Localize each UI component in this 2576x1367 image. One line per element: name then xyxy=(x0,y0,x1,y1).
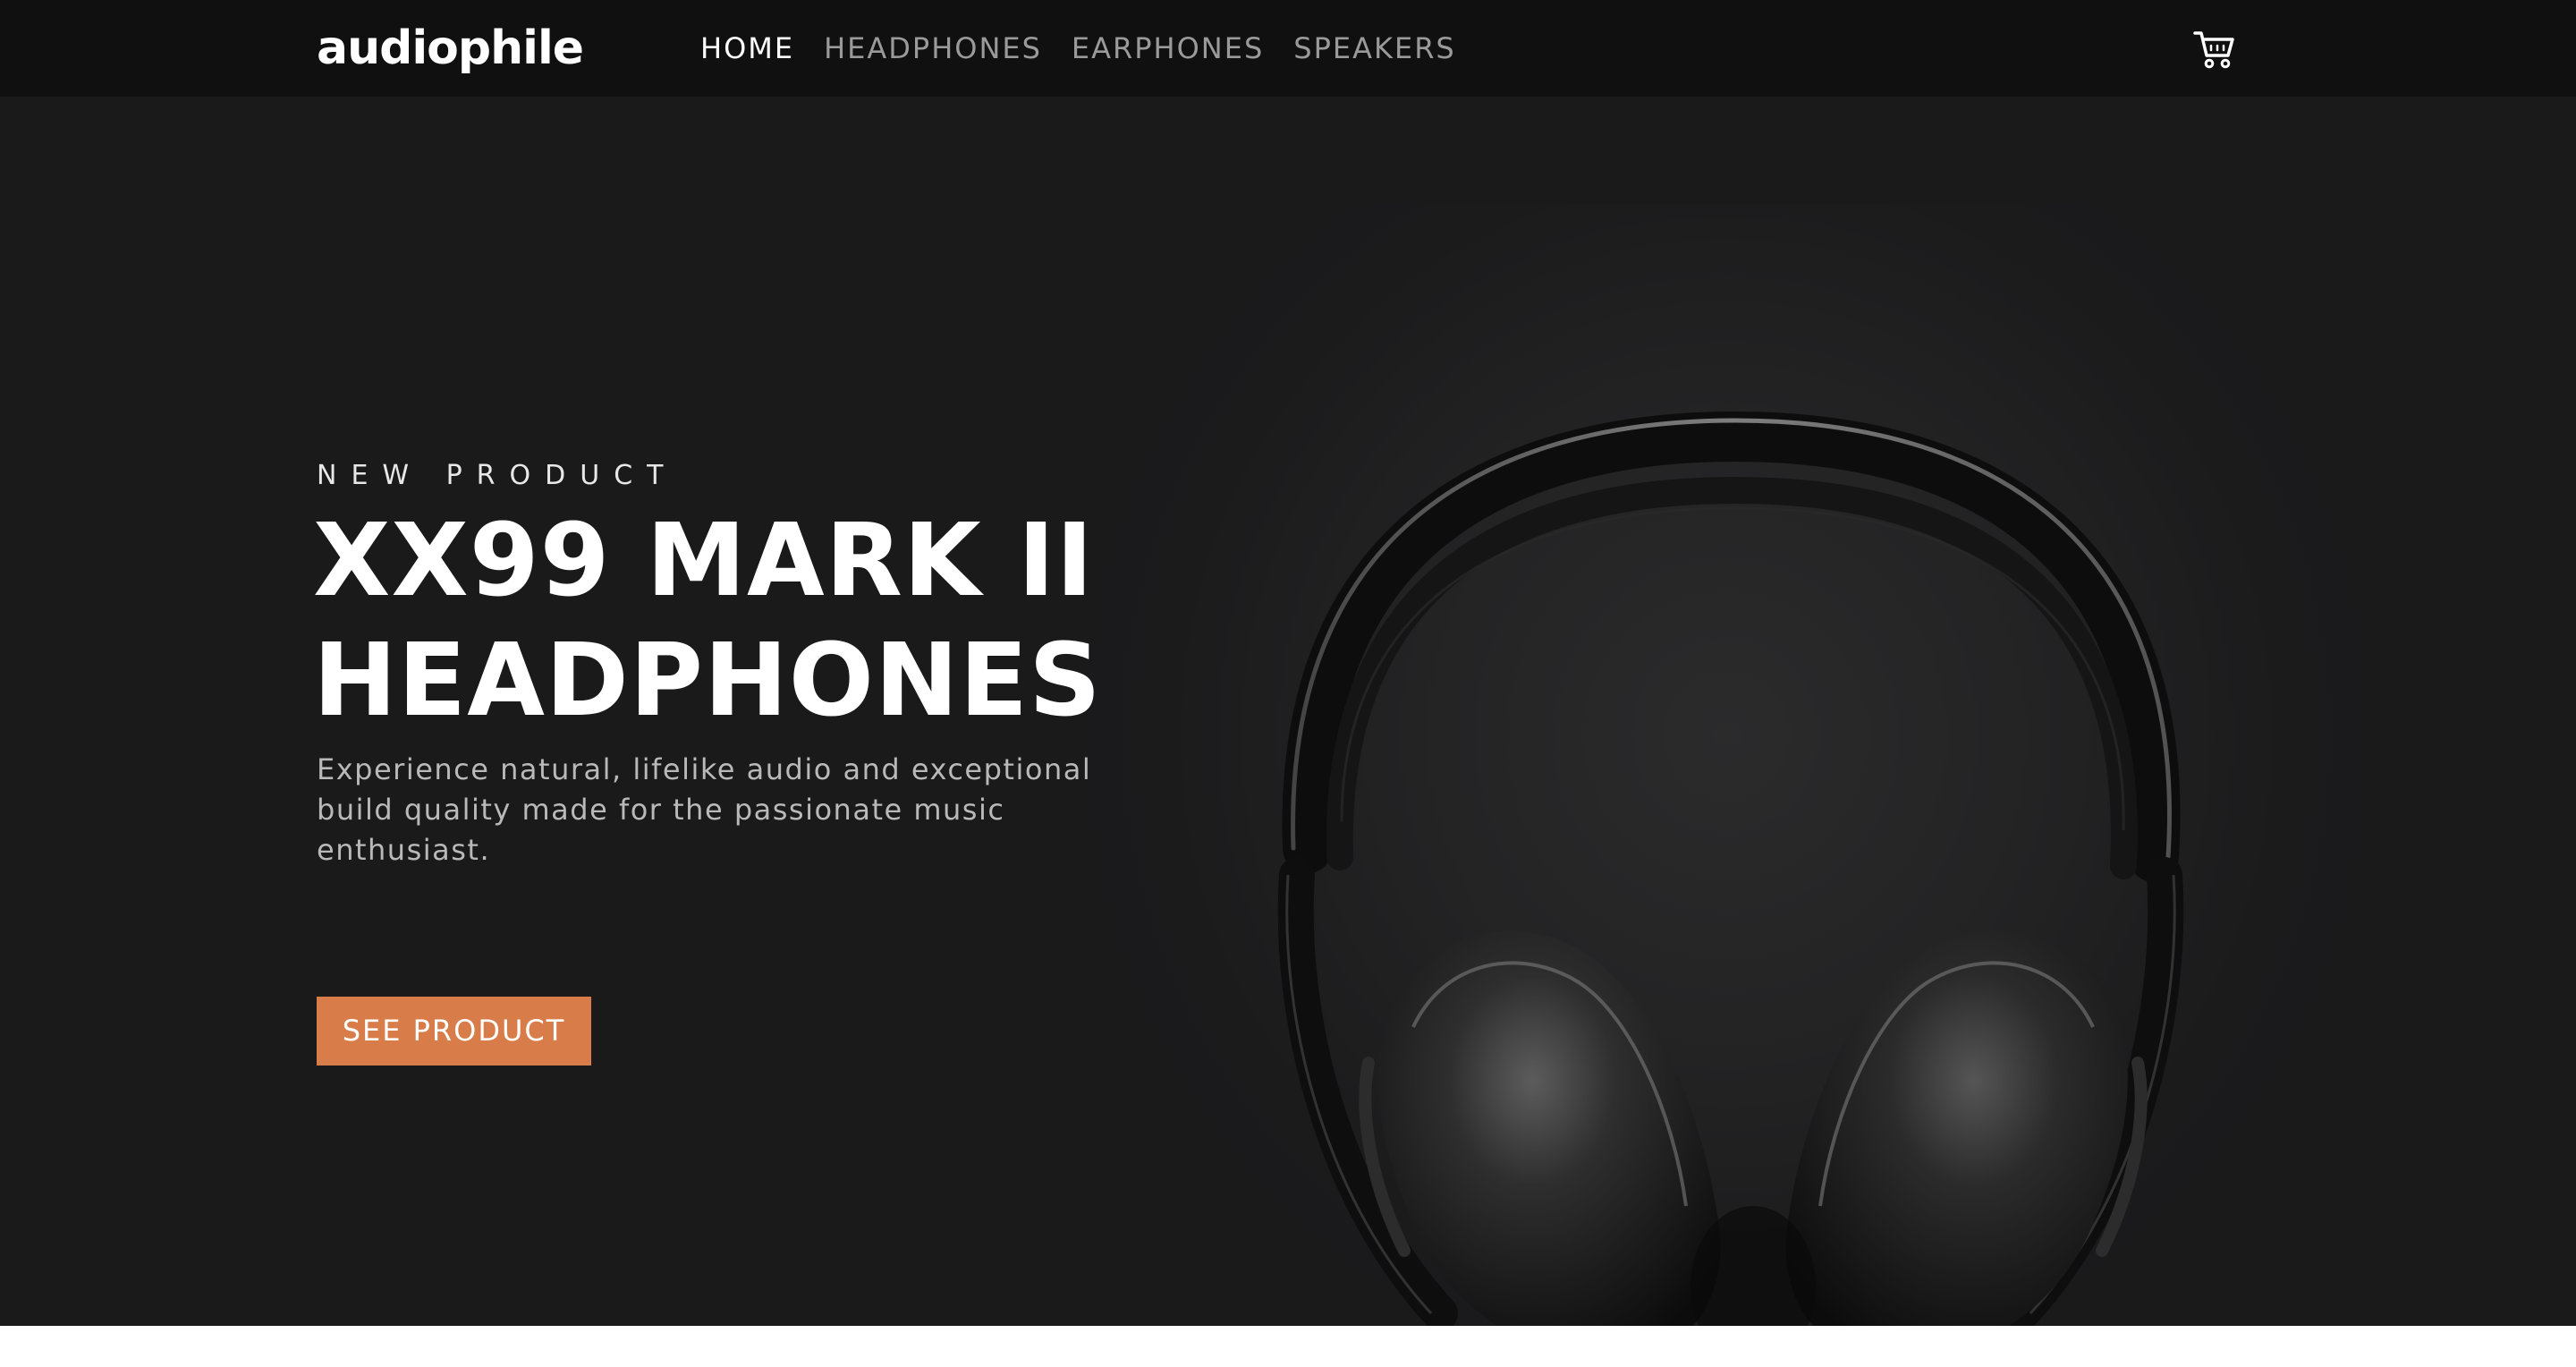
top-navigation-bar: audiophile HOME HEADPHONES EARPHONES SPE… xyxy=(0,0,2576,97)
site-logo[interactable]: audiophile xyxy=(317,20,584,77)
shopping-cart-icon[interactable] xyxy=(2193,29,2236,70)
headphones-product-image xyxy=(1277,411,2184,1326)
see-product-button[interactable]: SEE PRODUCT xyxy=(317,997,591,1066)
hero-title: XX99 MARK II HEADPHONES xyxy=(313,501,1190,741)
hero-title-line-1: XX99 MARK II xyxy=(313,503,1095,619)
hero-eyebrow: NEW PRODUCT xyxy=(317,460,678,491)
hero-description: Experience natural, lifelike audio and e… xyxy=(317,752,1092,867)
page: audiophile HOME HEADPHONES EARPHONES SPE… xyxy=(0,0,2576,1367)
nav-item-headphones[interactable]: HEADPHONES xyxy=(824,30,1042,66)
main-nav: HOME HEADPHONES EARPHONES SPEAKERS xyxy=(700,30,1486,66)
nav-item-earphones[interactable]: EARPHONES xyxy=(1072,30,1264,66)
page-bottom-strip xyxy=(0,1326,2576,1367)
nav-item-speakers[interactable]: SPEAKERS xyxy=(1293,30,1455,66)
nav-item-home[interactable]: HOME xyxy=(700,30,794,66)
hero-title-line-2: HEADPHONES xyxy=(313,623,1102,739)
hero-section: NEW PRODUCT XX99 MARK II HEADPHONES Expe… xyxy=(0,97,2576,1326)
